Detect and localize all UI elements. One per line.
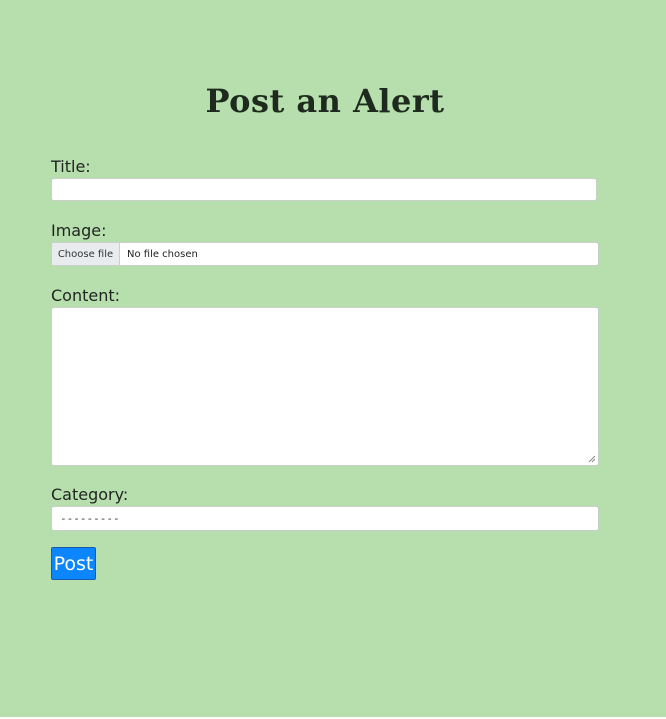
category-select[interactable]: ---------	[51, 506, 599, 531]
image-file-input[interactable]: Choose file No file chosen	[51, 242, 599, 266]
post-button[interactable]: Post	[51, 547, 96, 580]
post-alert-page: Post an Alert Title: Image: Choose file …	[0, 0, 666, 719]
file-status-text: No file chosen	[127, 248, 198, 260]
choose-file-button[interactable]: Choose file	[52, 243, 120, 265]
content-textarea[interactable]	[51, 307, 599, 466]
content-label: Content:	[51, 286, 121, 305]
page-title: Post an Alert	[205, 82, 445, 120]
title-label: Title:	[51, 157, 91, 176]
title-input[interactable]	[51, 178, 597, 201]
resize-handle-icon[interactable]	[588, 455, 596, 463]
category-label: Category:	[51, 485, 129, 504]
category-selected-value: ---------	[60, 512, 120, 525]
image-label: Image:	[51, 221, 107, 240]
